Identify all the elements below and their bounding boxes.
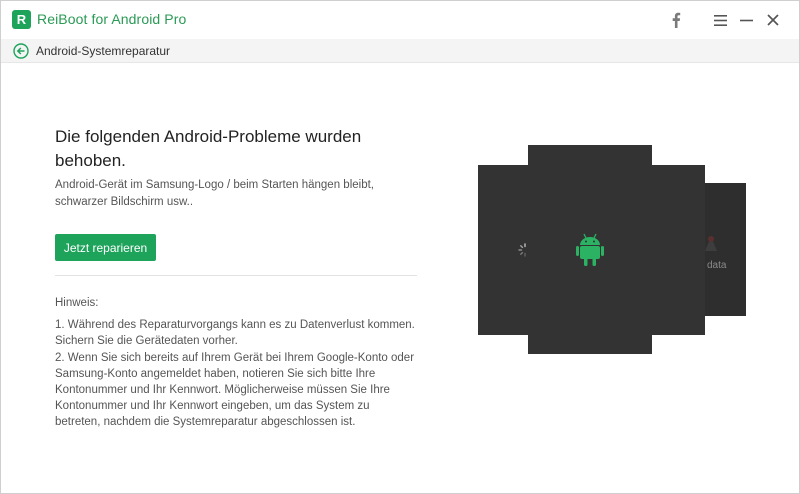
minimize-button[interactable] bbox=[735, 9, 757, 31]
facebook-icon bbox=[672, 12, 681, 28]
app-logo-icon: R bbox=[12, 10, 31, 29]
back-arrow-icon bbox=[13, 43, 29, 59]
phone-card-left bbox=[478, 165, 528, 335]
back-button[interactable] bbox=[13, 43, 29, 59]
breadcrumb: Android-Systemreparatur bbox=[1, 39, 799, 63]
menu-icon bbox=[713, 14, 727, 26]
app-title: ReiBoot for Android Pro bbox=[37, 11, 187, 27]
data-label: data bbox=[707, 260, 727, 271]
repair-now-button[interactable]: Jetzt reparieren bbox=[55, 234, 156, 261]
facebook-button[interactable] bbox=[665, 9, 687, 31]
note-item-1: 1. Während des Reparaturvorgangs kann es… bbox=[55, 319, 415, 347]
minimize-icon bbox=[739, 19, 753, 21]
breadcrumb-label: Android-Systemreparatur bbox=[36, 44, 171, 58]
logo-letter: R bbox=[16, 12, 27, 27]
page-title: Die folgenden Android-Probleme wurden be… bbox=[55, 127, 362, 170]
note-item-2: 2. Wenn Sie sich bereits auf Ihrem Gerät… bbox=[55, 352, 415, 428]
warning-icon bbox=[705, 236, 717, 251]
menu-button[interactable] bbox=[709, 9, 731, 31]
notes-label: Hinweis: bbox=[55, 297, 99, 309]
phone-card-far-right bbox=[705, 183, 746, 316]
title-bar: R ReiBoot for Android Pro bbox=[1, 1, 799, 39]
close-icon bbox=[767, 14, 779, 26]
phone-card-center bbox=[528, 145, 652, 354]
close-button[interactable] bbox=[762, 9, 784, 31]
android-robot-icon bbox=[576, 233, 604, 266]
divider bbox=[55, 275, 417, 276]
app-window: R ReiBoot for Android Pro Android-System… bbox=[0, 0, 800, 494]
phone-card-right bbox=[652, 165, 705, 335]
page-description: Android-Gerät im Samsung-Logo / beim Sta… bbox=[55, 179, 374, 208]
